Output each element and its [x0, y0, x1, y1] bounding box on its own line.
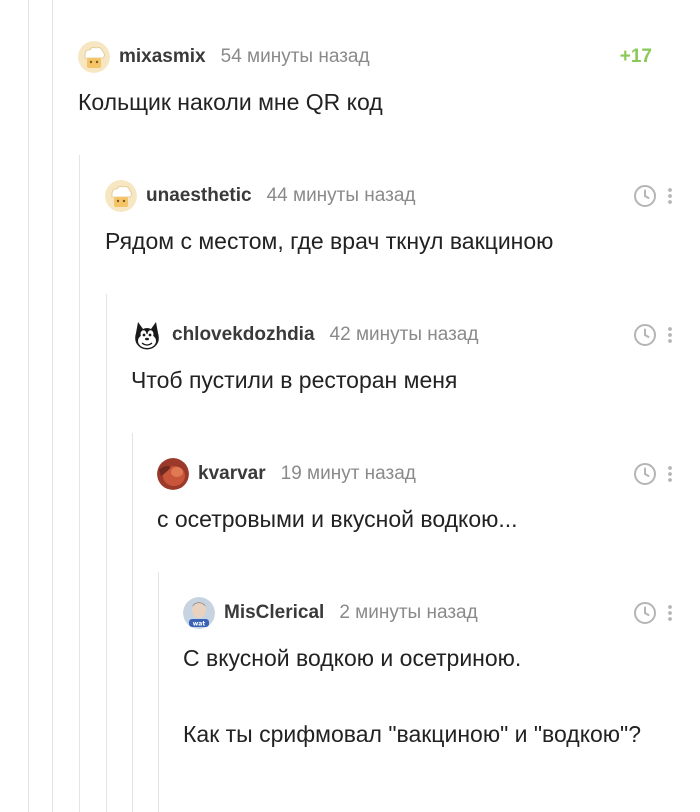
- comment-timestamp[interactable]: 42 минуты назад: [330, 324, 479, 346]
- comment-paragraph: Чтоб пустили в ресторан меня: [131, 367, 458, 393]
- more-options-icon[interactable]: [667, 604, 673, 622]
- chef-hat-avatar-icon[interactable]: [105, 180, 137, 212]
- comment-timestamp[interactable]: 19 минут назад: [281, 463, 416, 485]
- cartoon-cat-avatar-icon[interactable]: [131, 319, 163, 351]
- svg-text:wat: wat: [193, 621, 206, 628]
- more-options-icon[interactable]: [667, 465, 673, 483]
- comment-header: unaesthetic 44 минуты назад: [105, 179, 700, 213]
- comment-text: Рядом с местом, где врач ткнул вакциною: [105, 222, 680, 260]
- comment-username[interactable]: mixasmix: [119, 46, 206, 68]
- thread-line: [79, 155, 80, 812]
- thread-line: [52, 0, 53, 812]
- comment-actions: [633, 184, 673, 208]
- comment-header: wat MisClerical 2 минуты назад: [183, 596, 700, 630]
- clock-icon[interactable]: [633, 184, 657, 208]
- comment-text: с осетровыми и вкусной водкою...: [157, 500, 680, 538]
- comment-timestamp[interactable]: 44 минуты назад: [267, 185, 416, 207]
- comment-text: С вкусной водкою и осетриною. Как ты сри…: [183, 639, 680, 753]
- comment-paragraph: С вкусной водкою и осетриною.: [183, 645, 522, 671]
- comment-paragraph: Кольщик наколи мне QR код: [78, 89, 383, 115]
- thread-line: [106, 294, 107, 812]
- comment-rating: +17: [619, 46, 652, 67]
- comment-header: mixasmix 54 минуты назад +17: [78, 40, 700, 74]
- comment-username[interactable]: kvarvar: [198, 463, 266, 485]
- comment-username[interactable]: unaesthetic: [146, 185, 252, 207]
- comment-username[interactable]: MisClerical: [224, 602, 324, 624]
- more-options-icon[interactable]: [667, 187, 673, 205]
- thread-line: [158, 572, 159, 812]
- comment-header: chlovekdozhdia 42 минуты назад: [131, 318, 700, 352]
- comment-text: Кольщик наколи мне QR код: [78, 83, 680, 121]
- chef-hat-avatar-icon[interactable]: [78, 41, 110, 73]
- clock-icon[interactable]: [633, 462, 657, 486]
- comment-username[interactable]: chlovekdozhdia: [172, 324, 315, 346]
- comment-header: kvarvar 19 минут назад: [157, 457, 700, 491]
- more-options-icon[interactable]: [667, 326, 673, 344]
- clock-icon[interactable]: [633, 601, 657, 625]
- photo-avatar-icon[interactable]: [157, 458, 189, 490]
- comment-paragraph: Как ты срифмовал "вакциною" и "водкою"?: [183, 721, 642, 747]
- comment-timestamp[interactable]: 2 минуты назад: [339, 602, 477, 624]
- comment-actions: [633, 462, 673, 486]
- photo-avatar-icon[interactable]: wat: [183, 597, 215, 629]
- comment-timestamp[interactable]: 54 минуты назад: [221, 46, 370, 68]
- thread-line: [132, 433, 133, 812]
- comment-paragraph: с осетровыми и вкусной водкою...: [157, 506, 518, 532]
- comment-actions: [633, 323, 673, 347]
- comment-paragraph: Рядом с местом, где врач ткнул вакциною: [105, 228, 554, 254]
- comment-actions: [633, 601, 673, 625]
- thread-line: [28, 0, 29, 812]
- clock-icon[interactable]: [633, 323, 657, 347]
- comment-text: Чтоб пустили в ресторан меня: [131, 361, 680, 399]
